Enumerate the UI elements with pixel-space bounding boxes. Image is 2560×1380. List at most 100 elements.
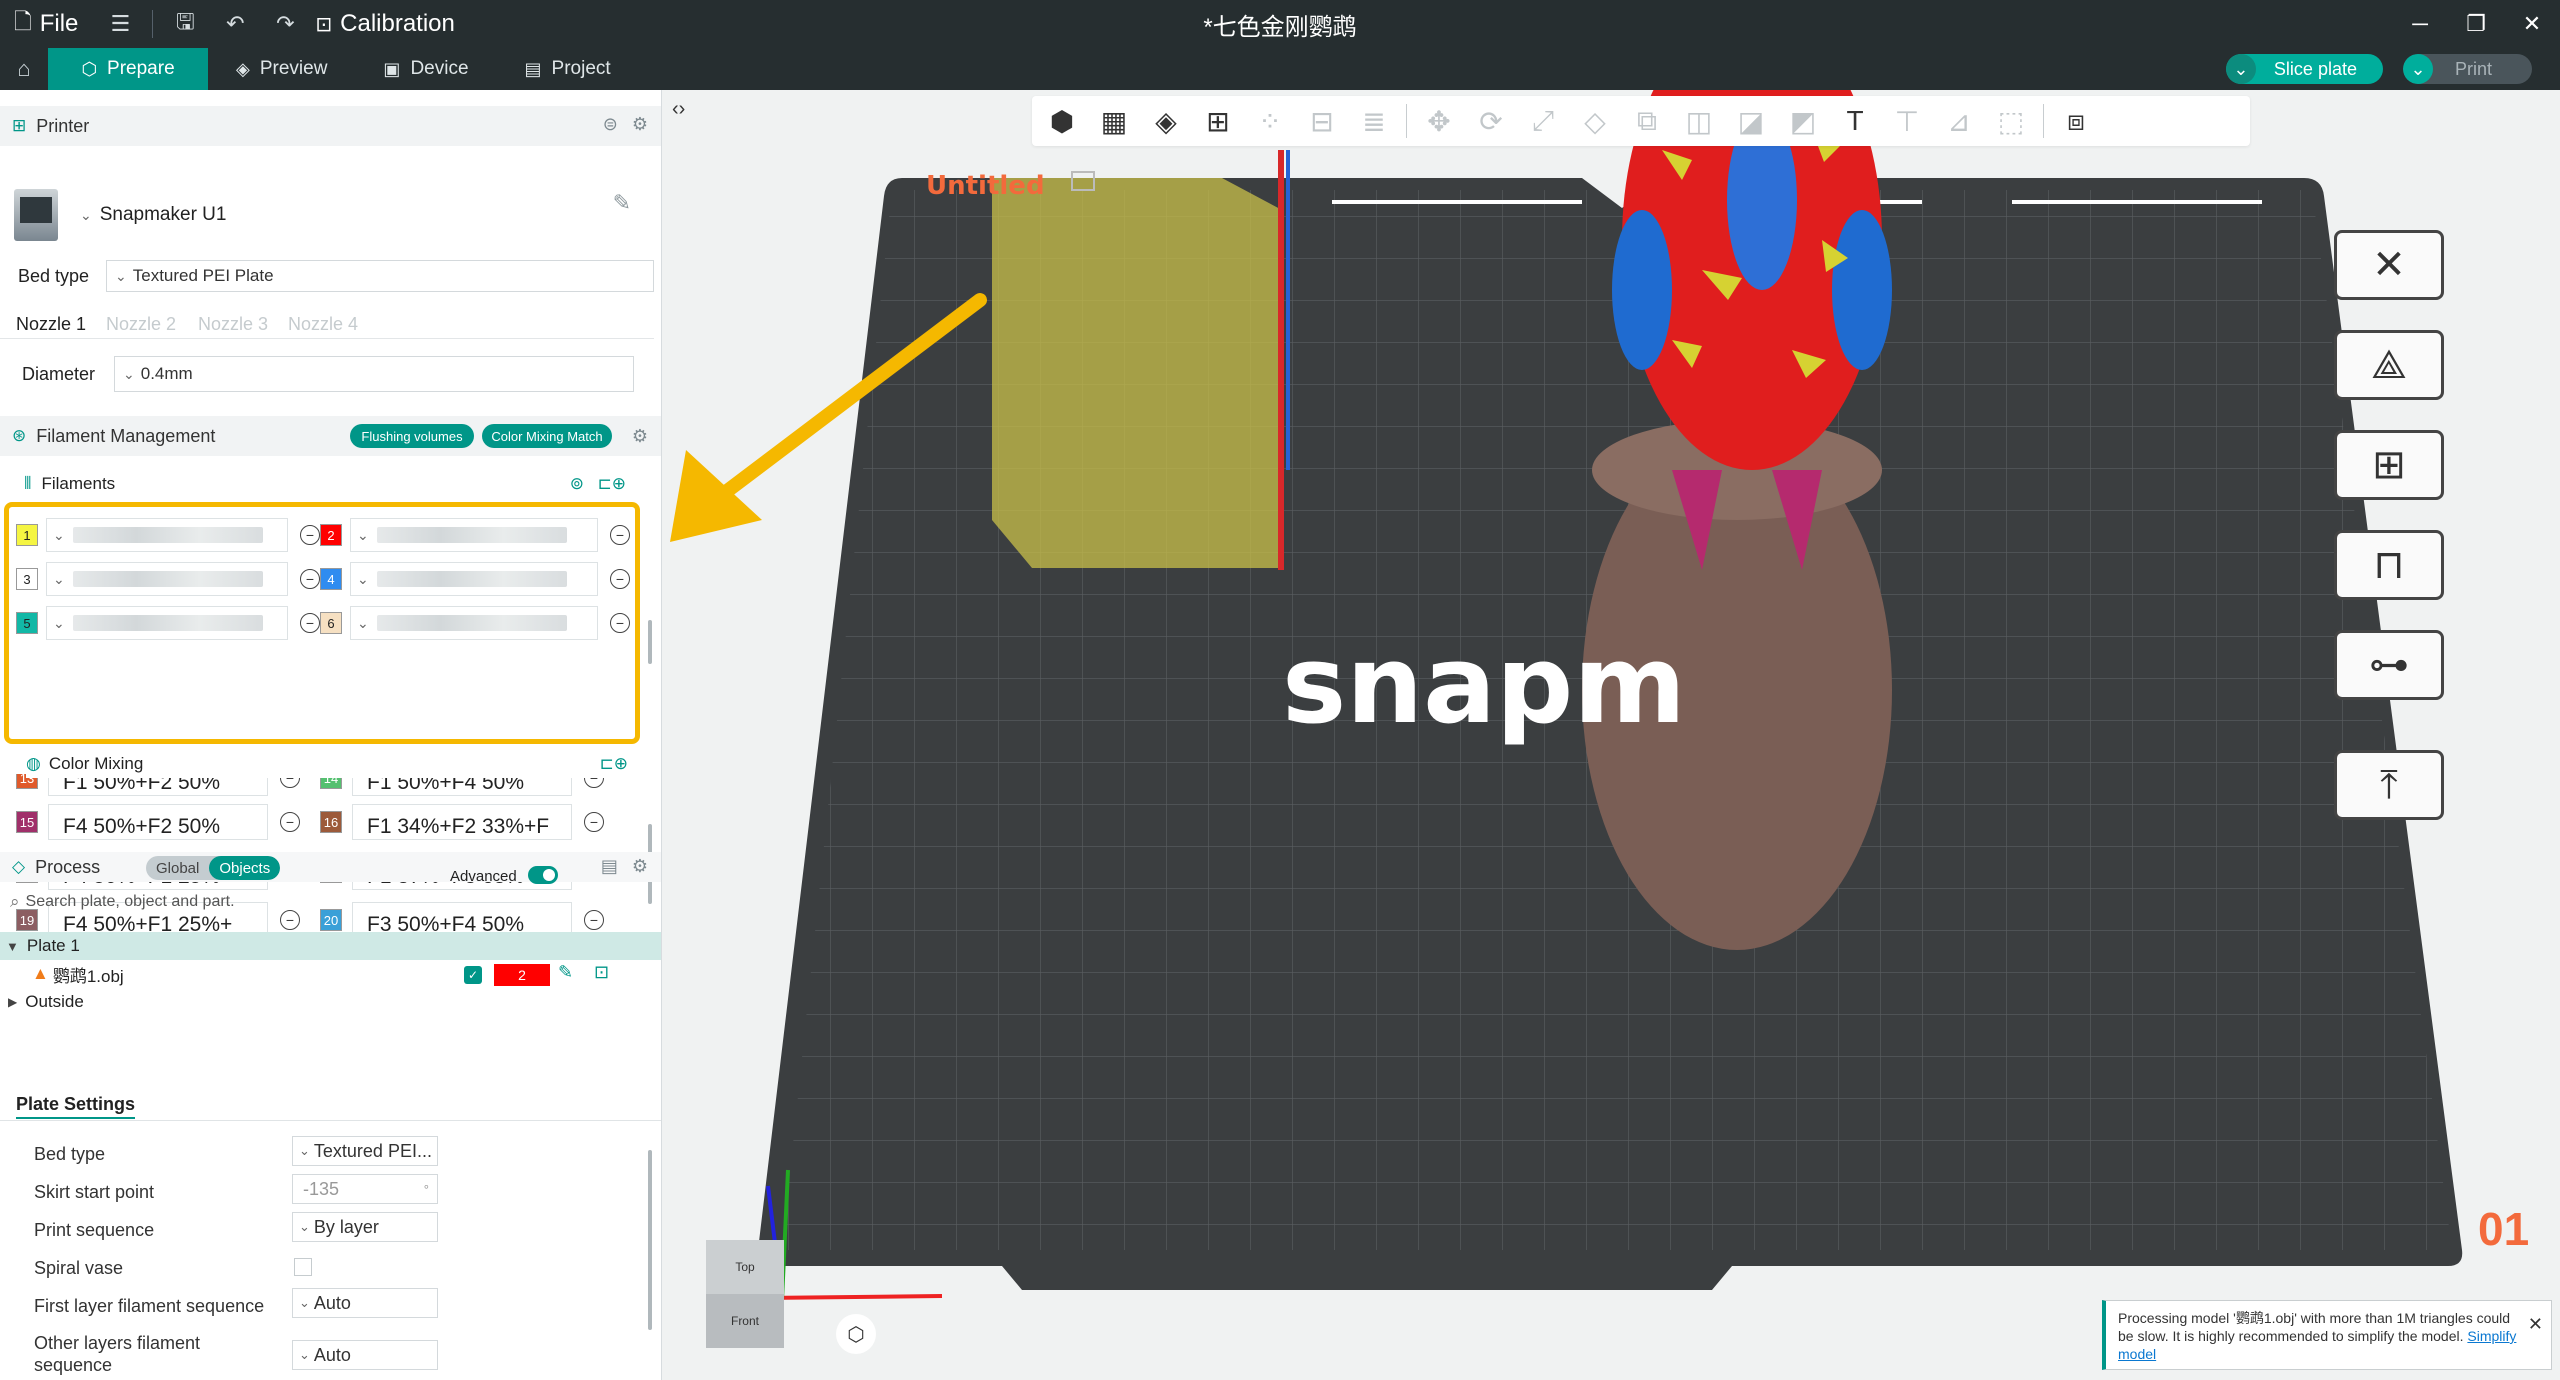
move-icon[interactable]: ✥ bbox=[1419, 101, 1459, 141]
object-search[interactable]: ⌕ Search plate, object and part. bbox=[10, 886, 660, 918]
filament-swatch-6[interactable]: 6 bbox=[320, 612, 342, 634]
global-option[interactable]: Global bbox=[146, 856, 209, 880]
mix-item-16[interactable]: 16 F1 34%+F2 33%+F − bbox=[320, 804, 604, 840]
object-visible-checkbox[interactable]: ✓ bbox=[464, 966, 482, 984]
undo-icon[interactable]: ↶ bbox=[215, 4, 255, 44]
object-settings-icon[interactable]: ✎ bbox=[558, 962, 573, 983]
filament-select-4[interactable]: ⌄ bbox=[350, 562, 598, 596]
seam-paint-icon[interactable]: ◪ bbox=[1731, 101, 1771, 141]
cut-icon[interactable]: ⧉ bbox=[1627, 101, 1667, 141]
print-button[interactable]: ⌄ Print bbox=[2402, 54, 2532, 84]
menu-list-icon[interactable]: ☰ bbox=[100, 4, 140, 44]
arrange-all-icon[interactable]: ⊞ bbox=[2334, 430, 2444, 500]
orient-icon[interactable]: ◈ bbox=[1146, 101, 1186, 141]
bed-type-select[interactable]: ⌄ Textured PEI Plate bbox=[106, 260, 654, 292]
advanced-toggle[interactable] bbox=[528, 866, 558, 884]
remove-filament-icon[interactable]: − bbox=[610, 525, 630, 545]
expand-icon[interactable]: ▼ bbox=[6, 939, 19, 954]
home-icon[interactable]: ⌂ bbox=[0, 48, 48, 90]
support-paint-icon[interactable]: ◫ bbox=[1679, 101, 1719, 141]
close-notification-icon[interactable]: ✕ bbox=[2528, 1315, 2543, 1333]
filament-swatch-4[interactable]: 4 bbox=[320, 568, 342, 590]
calibration-menu[interactable]: ⊡ Calibration bbox=[315, 10, 455, 38]
filament-swatch-5[interactable]: 5 bbox=[16, 612, 38, 634]
objects-option[interactable]: Objects bbox=[209, 856, 281, 880]
printer-settings-icon[interactable]: ⚙ bbox=[632, 114, 648, 135]
process-compare-icon[interactable]: ▤ bbox=[601, 856, 618, 877]
rotate-icon[interactable]: ⟳ bbox=[1471, 101, 1511, 141]
object-notice-icon[interactable]: ⊡ bbox=[594, 962, 609, 983]
filament-item-4[interactable]: 4 ⌄ − bbox=[320, 562, 630, 596]
filament-item-6[interactable]: 6 ⌄ − bbox=[320, 606, 630, 640]
save-icon[interactable]: 🖫 bbox=[165, 4, 205, 44]
tab-preview[interactable]: ◈ Preview bbox=[208, 48, 355, 90]
auto-orient-icon[interactable]: ⟁ bbox=[2334, 330, 2444, 400]
plate-settings-scrollbar[interactable] bbox=[648, 1150, 652, 1330]
filament-item-2[interactable]: 2 ⌄ − bbox=[320, 518, 630, 552]
remove-filament-icon[interactable]: − bbox=[300, 525, 320, 545]
filament-select-6[interactable]: ⌄ bbox=[350, 606, 598, 640]
tab-nozzle-4[interactable]: Nozzle 4 bbox=[288, 314, 358, 335]
arrange-icon[interactable]: ⊞ bbox=[1198, 101, 1238, 141]
mix-item-15[interactable]: 15 F4 50%+F2 50% − bbox=[16, 804, 300, 840]
tab-project[interactable]: ▤ Project bbox=[497, 48, 639, 90]
filament-swatch-2[interactable]: 2 bbox=[320, 524, 342, 546]
filament-swatch-3[interactable]: 3 bbox=[16, 568, 38, 590]
remove-mix-icon[interactable]: − bbox=[584, 812, 604, 832]
ps-first-layer-select[interactable]: ⌄ Auto bbox=[292, 1288, 438, 1318]
filament-scrollbar[interactable] bbox=[648, 620, 652, 664]
grid-layout-icon[interactable]: ▦ bbox=[1094, 101, 1134, 141]
filament-item-5[interactable]: 5 ⌄ − bbox=[16, 606, 320, 640]
printer-selector[interactable]: ⌄ Snapmaker U1 bbox=[0, 160, 661, 270]
slice-dropdown-icon[interactable]: ⌄ bbox=[2225, 54, 2256, 84]
ps-bed-type-select[interactable]: ⌄ Textured PEI... bbox=[292, 1136, 438, 1166]
slice-plate-button[interactable]: ⌄ Slice plate bbox=[2225, 54, 2383, 84]
printer-sync-icon[interactable]: ⊜ bbox=[603, 114, 618, 135]
filament-select-2[interactable]: ⌄ bbox=[350, 518, 598, 552]
minimize-icon[interactable]: ─ bbox=[2392, 0, 2448, 48]
remove-filament-icon[interactable]: − bbox=[610, 613, 630, 633]
filament-item-1[interactable]: 1 ⌄ − bbox=[16, 518, 320, 552]
remove-filament-icon[interactable]: − bbox=[610, 569, 630, 589]
3d-viewport[interactable]: ‹› snapm Untitled Top Front ⬡ ⬢ ▦ ◈ ⊞ ⁘ … bbox=[662, 90, 2560, 1380]
split-parts-icon[interactable]: ⊟ bbox=[1302, 101, 1342, 141]
maximize-icon[interactable]: ❐ bbox=[2448, 0, 2504, 48]
emboss-icon[interactable]: ⊤ bbox=[1887, 101, 1927, 141]
filament-swatch-1[interactable]: 1 bbox=[16, 524, 38, 546]
tab-nozzle-3[interactable]: Nozzle 3 bbox=[198, 314, 268, 335]
edit-printer-icon[interactable]: ✎ bbox=[613, 190, 631, 216]
tab-prepare[interactable]: ⬡ Prepare bbox=[48, 48, 208, 90]
remove-filament-icon[interactable]: − bbox=[300, 569, 320, 589]
close-window-icon[interactable]: ✕ bbox=[2504, 0, 2560, 48]
ps-other-layers-select[interactable]: ⌄ Auto bbox=[292, 1340, 438, 1370]
assembly-icon[interactable]: ⬚ bbox=[1991, 101, 2031, 141]
process-settings-icon[interactable]: ⚙ bbox=[632, 856, 648, 877]
diameter-select[interactable]: ⌄ 0.4mm bbox=[114, 356, 634, 392]
file-menu[interactable]: 🗋 File bbox=[14, 5, 78, 43]
redo-icon[interactable]: ↷ bbox=[265, 4, 305, 44]
ps-skirt-input[interactable]: -135 ° bbox=[292, 1174, 438, 1204]
tab-nozzle-2[interactable]: Nozzle 2 bbox=[106, 314, 176, 335]
filament-select-5[interactable]: ⌄ bbox=[46, 606, 288, 640]
tab-nozzle-1[interactable]: Nozzle 1 bbox=[16, 314, 86, 335]
collapse-icon[interactable]: ▶ bbox=[8, 995, 17, 1009]
delete-all-icon[interactable]: ✕ bbox=[2334, 230, 2444, 300]
filament-item-3[interactable]: 3 ⌄ − bbox=[16, 562, 320, 596]
add-cube-icon[interactable]: ⬢ bbox=[1042, 101, 1082, 141]
upload-icon[interactable]: ⤒ bbox=[2334, 750, 2444, 820]
tab-device[interactable]: ▣ Device bbox=[355, 48, 496, 90]
puzzle-icon[interactable]: ⧈ bbox=[2056, 101, 2096, 141]
scale-icon[interactable]: ⤢ bbox=[1523, 101, 1563, 141]
layers-icon[interactable]: ≣ bbox=[1354, 101, 1394, 141]
plate-1-row[interactable]: ▼ Plate 1 bbox=[0, 932, 661, 960]
text-tool-icon[interactable]: T bbox=[1835, 101, 1875, 141]
ps-print-sequence-select[interactable]: ⌄ By layer bbox=[292, 1212, 438, 1242]
add-mix-icon[interactable]: ⊏⊕ bbox=[600, 754, 629, 774]
lay-on-face-icon[interactable]: ◇ bbox=[1575, 101, 1615, 141]
measure-icon[interactable]: ⊿ bbox=[1939, 101, 1979, 141]
reset-view-icon[interactable]: ⬡ bbox=[836, 1314, 876, 1354]
outside-row[interactable]: ▶ Outside bbox=[0, 988, 661, 1016]
flushing-volumes-button[interactable]: Flushing volumes bbox=[350, 424, 474, 448]
print-dropdown-icon[interactable]: ⌄ bbox=[2402, 54, 2433, 84]
filament-settings-icon[interactable]: ⚙ bbox=[632, 426, 648, 447]
